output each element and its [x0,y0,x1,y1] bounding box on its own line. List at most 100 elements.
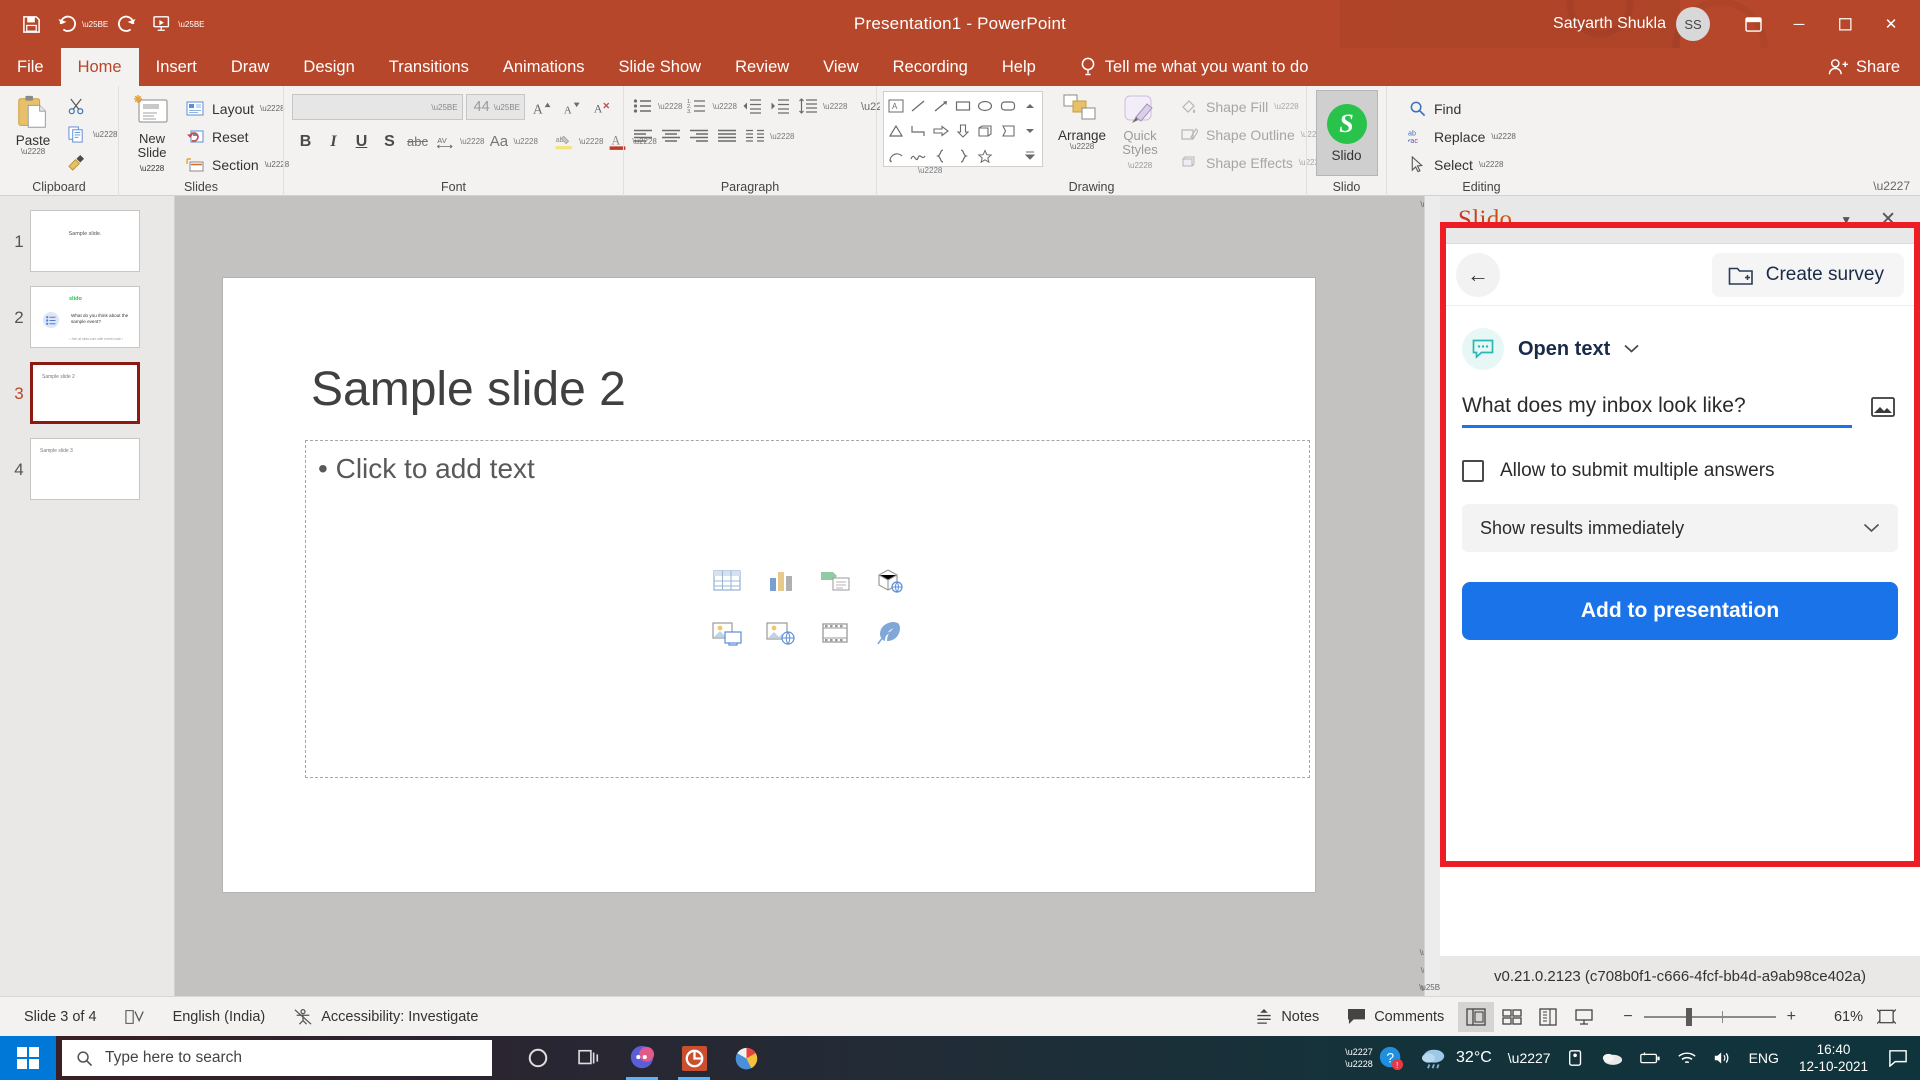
close-pane-icon[interactable]: ✕ [1870,208,1906,231]
ribbon-display-options-icon[interactable] [1730,0,1776,48]
slide-show-button[interactable] [1566,1002,1602,1032]
replace-button[interactable]: ab ac Replace \u2228 [1401,124,1521,149]
tab-view[interactable]: View [806,48,875,86]
align-right-button[interactable] [686,123,712,149]
format-painter-button[interactable] [60,150,122,175]
thumbnail-slide-2[interactable]: 2 slido What do you think about the samp… [0,286,174,348]
slide-content-placeholder[interactable]: • Click to add text [305,440,1310,778]
shape-elbow-connector-icon[interactable] [907,118,929,143]
columns-caret[interactable]: \u2228 [770,132,794,141]
insert-3d-model-icon[interactable] [874,568,904,599]
tell-me-search[interactable]: Tell me what you want to do [1079,48,1308,86]
shapes-scroll-up-icon[interactable] [1019,93,1041,118]
shape-oval-icon[interactable] [974,93,996,118]
slido-ribbon-button[interactable]: S Slido [1315,90,1378,176]
normal-view-button[interactable] [1458,1001,1495,1032]
accessibility-status[interactable]: Accessibility: Investigate [279,1002,492,1032]
fit-to-window-button[interactable] [1863,1002,1910,1032]
shape-right-brace-icon[interactable] [952,143,974,168]
tab-recording[interactable]: Recording [876,48,985,86]
align-center-button[interactable] [658,123,684,149]
shape-rounded-rect-icon[interactable] [996,93,1018,118]
app-icon-browser[interactable] [722,1036,770,1080]
shape-rectangle-icon[interactable] [952,93,974,118]
line-spacing-caret[interactable]: \u2228 [823,102,847,111]
cut-button[interactable] [60,94,122,119]
replace-caret[interactable]: \u2228 [1491,132,1515,141]
task-pane-splitter[interactable]: \u25BC [1419,196,1446,996]
font-size-combo[interactable]: 44 \u25BE [465,94,525,120]
online-pictures-icon[interactable] [765,620,797,651]
app-icon-chat[interactable] [618,1036,666,1080]
thumbnail-slide-4[interactable]: 4 Sample slide 3 [0,438,174,500]
tab-transitions[interactable]: Transitions [372,48,486,86]
tab-design[interactable]: Design [286,48,371,86]
thumbnail-preview[interactable]: slido What do you think about the sample… [30,286,140,348]
arrange-button[interactable]: Arrange \u2228 [1055,91,1109,153]
share-button[interactable]: Share [1827,48,1920,86]
shape-textbox-icon[interactable]: A [885,93,907,118]
copy-dropdown-caret[interactable]: \u2228 [93,130,117,139]
tab-home[interactable]: Home [60,48,139,86]
slido-task-pane[interactable]: Slido ▼ ✕ ← Create survey Open text What… [1440,196,1920,996]
slide-sorter-view-button[interactable] [1494,1002,1530,1032]
tab-animations[interactable]: Animations [486,48,602,86]
font-name-caret[interactable]: \u25BE [431,103,457,112]
wifi-icon[interactable] [1669,1036,1705,1080]
spell-check-status-icon[interactable] [111,1002,159,1032]
chevron-down-icon[interactable] [1863,521,1880,536]
shape-right-arrow-icon[interactable] [930,118,952,143]
italic-button[interactable]: I [320,128,347,155]
zoom-slider[interactable]: − + [1612,1007,1807,1026]
question-input[interactable] [1462,392,1852,428]
align-left-button[interactable] [630,123,656,149]
numbering-caret[interactable]: \u2228 [712,102,736,111]
create-survey-button[interactable]: Create survey [1711,252,1904,297]
paste-button[interactable]: Paste \u2228 [6,92,60,158]
zoom-knob[interactable] [1685,1007,1692,1026]
shape-arrow-icon[interactable] [930,93,952,118]
insert-chart-icon[interactable] [766,568,796,599]
taskbar-clock[interactable]: 16:40 12-10-2021 [1787,1041,1880,1075]
decrease-font-size-button[interactable]: A [558,94,585,121]
tab-draw[interactable]: Draw [214,48,287,86]
start-button[interactable] [0,1036,56,1080]
shape-triangle-icon[interactable] [885,118,907,143]
bullets-caret[interactable]: \u2228 [658,102,682,111]
powerpoint-icon[interactable] [670,1036,718,1080]
decrease-indent-button[interactable] [739,93,765,119]
clear-formatting-button[interactable]: A [588,94,615,121]
onedrive-icon[interactable] [1593,1036,1631,1080]
justify-button[interactable] [714,123,740,149]
slide-canvas[interactable]: Sample slide 2 • Click to add text [223,278,1315,892]
shape-stripe-icon[interactable] [996,118,1018,143]
pictures-icon[interactable] [711,620,743,651]
bullets-button[interactable] [630,93,656,119]
language-indicator[interactable]: ENG [1741,1036,1787,1080]
shapes-gallery[interactable]: A [883,91,1043,167]
multiple-answers-checkbox-row[interactable]: Allow to submit multiple answers [1462,460,1898,482]
reading-view-button[interactable] [1530,1002,1566,1032]
underline-button[interactable]: U [348,128,375,155]
zoom-in-button[interactable]: + [1776,1008,1807,1026]
minimize-button[interactable]: ─ [1776,0,1822,48]
task-view-icon[interactable] [566,1036,614,1080]
copy-button[interactable]: \u2228 [60,122,122,147]
shape-cube-icon[interactable] [974,118,996,143]
change-case-caret[interactable]: \u2228 [513,137,537,146]
question-type-selector[interactable]: Open text [1462,328,1898,370]
tab-file[interactable]: File [0,48,61,86]
text-highlight-color-button[interactable]: ab [551,128,578,155]
increase-font-size-button[interactable]: A [528,94,555,121]
quick-styles-button[interactable]: Quick Styles \u2228 [1113,91,1167,175]
font-size-caret[interactable]: \u25BE [494,103,520,112]
taskbar-search-box[interactable]: Type here to search [62,1040,492,1076]
tab-insert[interactable]: Insert [139,48,214,86]
shapes-more-icon[interactable] [1019,143,1041,168]
text-shadow-button[interactable]: S [376,128,403,155]
thumbnail-preview[interactable]: Sample slide 2 [30,362,140,424]
notes-button[interactable]: Notes [1241,1002,1333,1032]
strikethrough-button[interactable]: abc [404,128,431,155]
shape-down-arrow-icon[interactable] [952,118,974,143]
image-icon[interactable] [1868,392,1898,422]
